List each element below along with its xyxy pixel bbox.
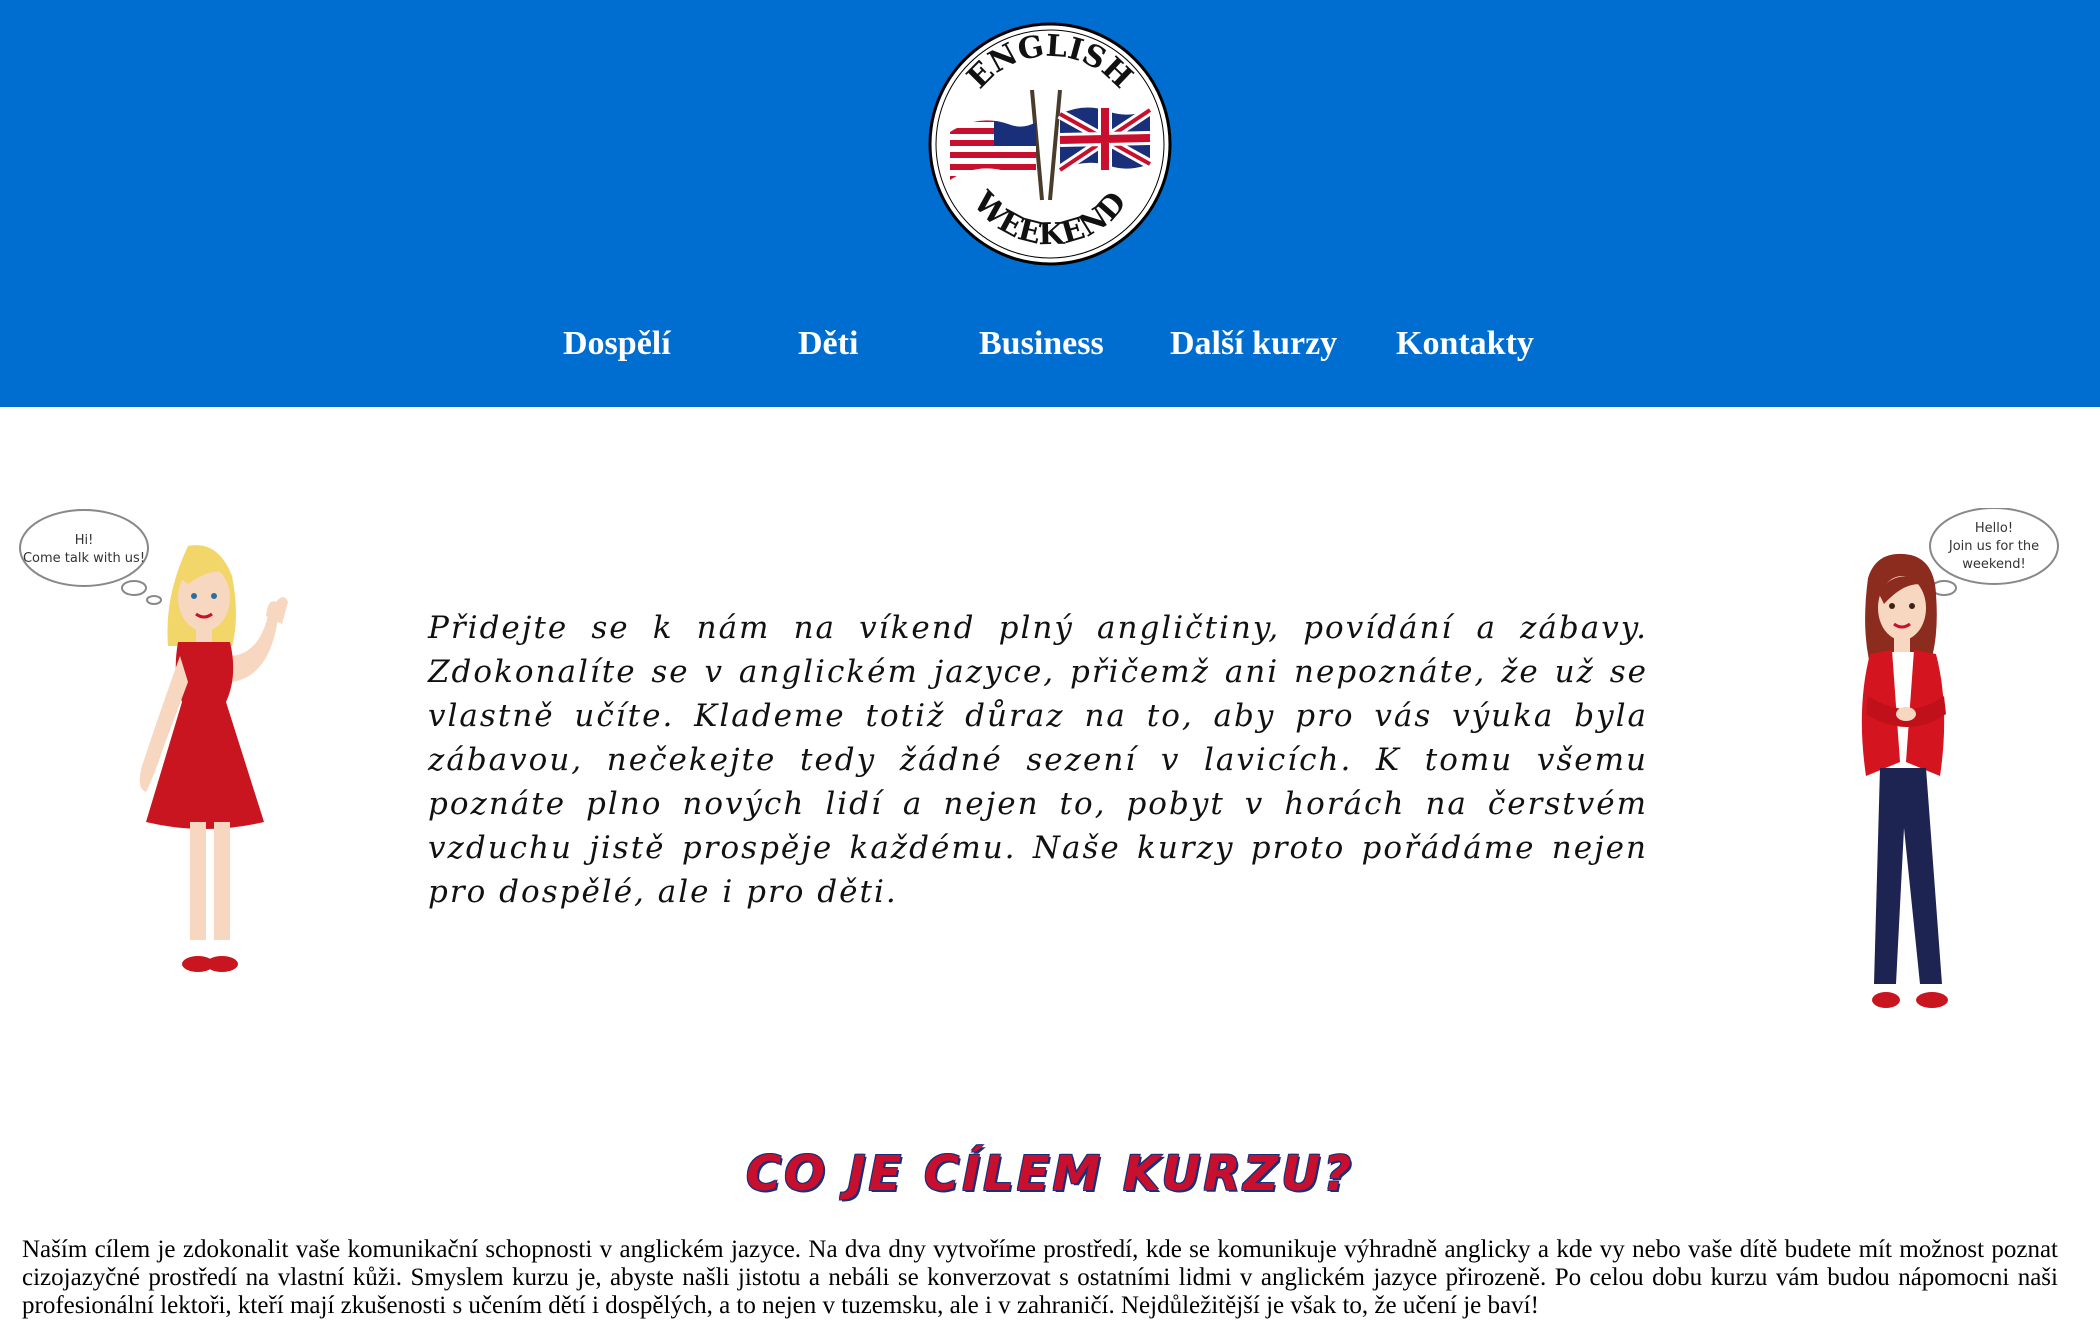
nav-deti[interactable]: Děti [798,325,858,363]
svg-text:Hello!: Hello! [1975,521,2013,536]
speech-bubble-left: Hi! Come talk with us! [19,509,162,605]
nav-business[interactable]: Business [979,325,1104,363]
nav-dalsi-kurzy[interactable]: Další kurzy [1170,325,1337,363]
svg-text:Hi!: Hi! [75,533,94,548]
goal-paragraph: Naším cílem je zdokonalit vaše komunikač… [22,1236,2058,1319]
site-logo[interactable]: ENGLISH WEEKEND [928,22,1172,266]
goal-heading: CO JE CÍLEM KURZU? [745,1146,1355,1202]
nav-dospeli[interactable]: Dospělí [563,325,671,363]
svg-text:Come talk with us!: Come talk with us! [23,551,145,566]
nav-kontakty[interactable]: Kontakty [1396,325,1534,363]
speech-bubble-right: Hello! Join us for the weekend! [1914,508,2059,605]
svg-text:weekend!: weekend! [1962,557,2025,572]
svg-text:Join us for the: Join us for the [1948,539,2039,554]
uk-flag-icon [1057,105,1153,175]
intro-paragraph: Přidejte se k nám na víkend plný angličt… [428,610,1648,910]
main-nav: Dospělí Děti Business Další kurzy Kontak… [0,325,2100,375]
woman-red-dress-illustration: Hi! Come talk with us! [19,509,288,972]
site-header: ENGLISH WEEKEND Dospělí Děti Business Da… [0,0,2100,407]
woman-red-blazer-illustration: Hello! Join us for the weekend! [1861,508,2059,1008]
